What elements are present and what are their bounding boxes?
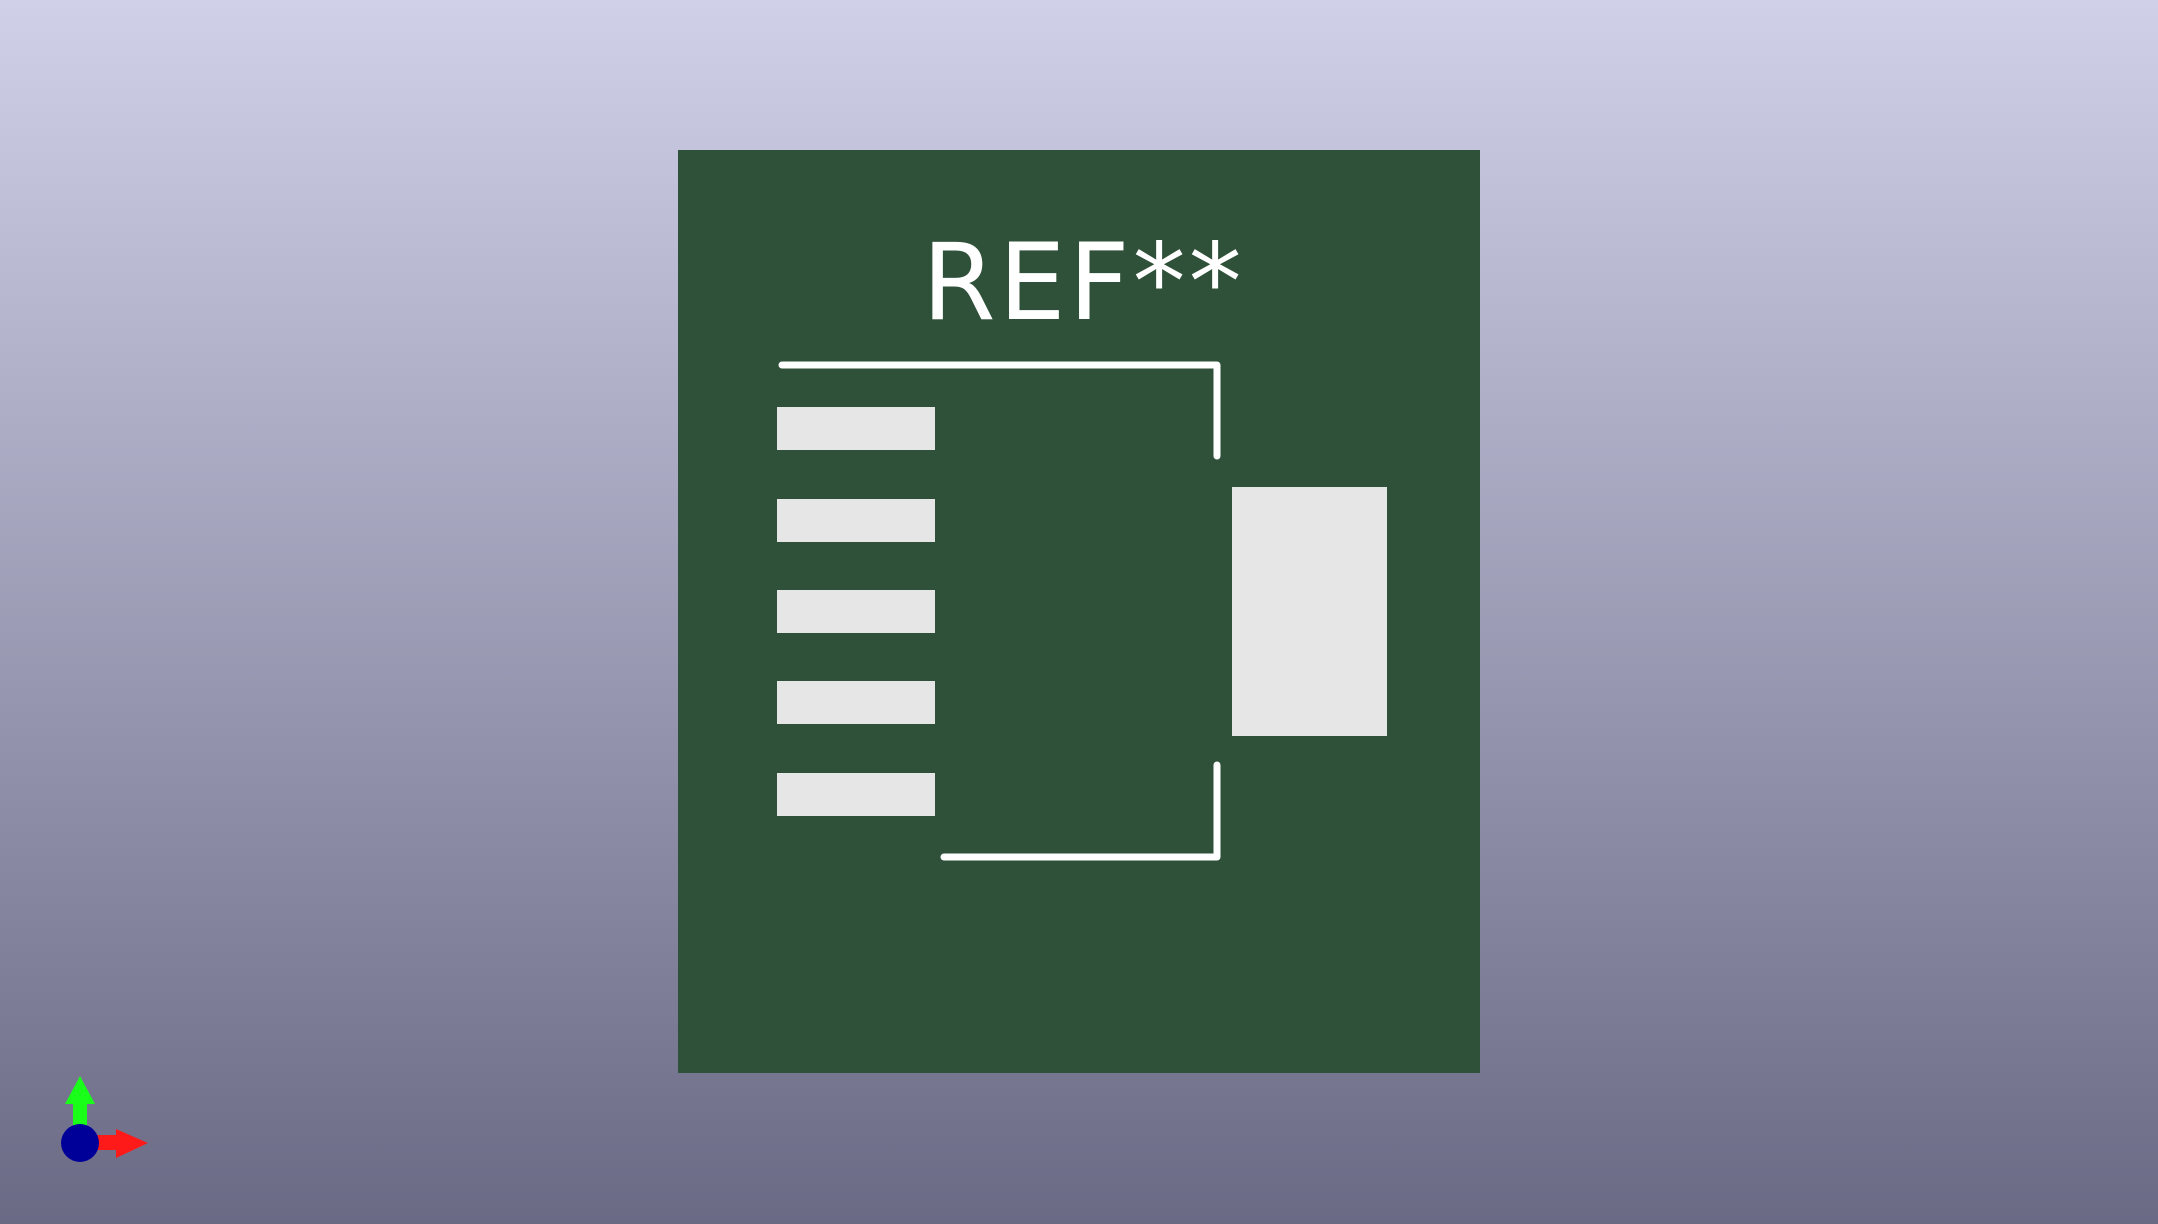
- z-axis-origin-icon: [61, 1124, 99, 1162]
- smd-pad-2[interactable]: [777, 499, 935, 542]
- reference-designator-label: REF**: [922, 221, 1245, 344]
- smd-pad-5[interactable]: [777, 773, 935, 816]
- smd-pad-1[interactable]: [777, 407, 935, 450]
- pcb-scene: [0, 0, 2158, 1224]
- 3d-viewer-canvas[interactable]: REF**: [0, 0, 2158, 1224]
- mounting-pad[interactable]: [1232, 487, 1387, 736]
- smd-pad-3[interactable]: [777, 590, 935, 633]
- smd-pad-4[interactable]: [777, 681, 935, 724]
